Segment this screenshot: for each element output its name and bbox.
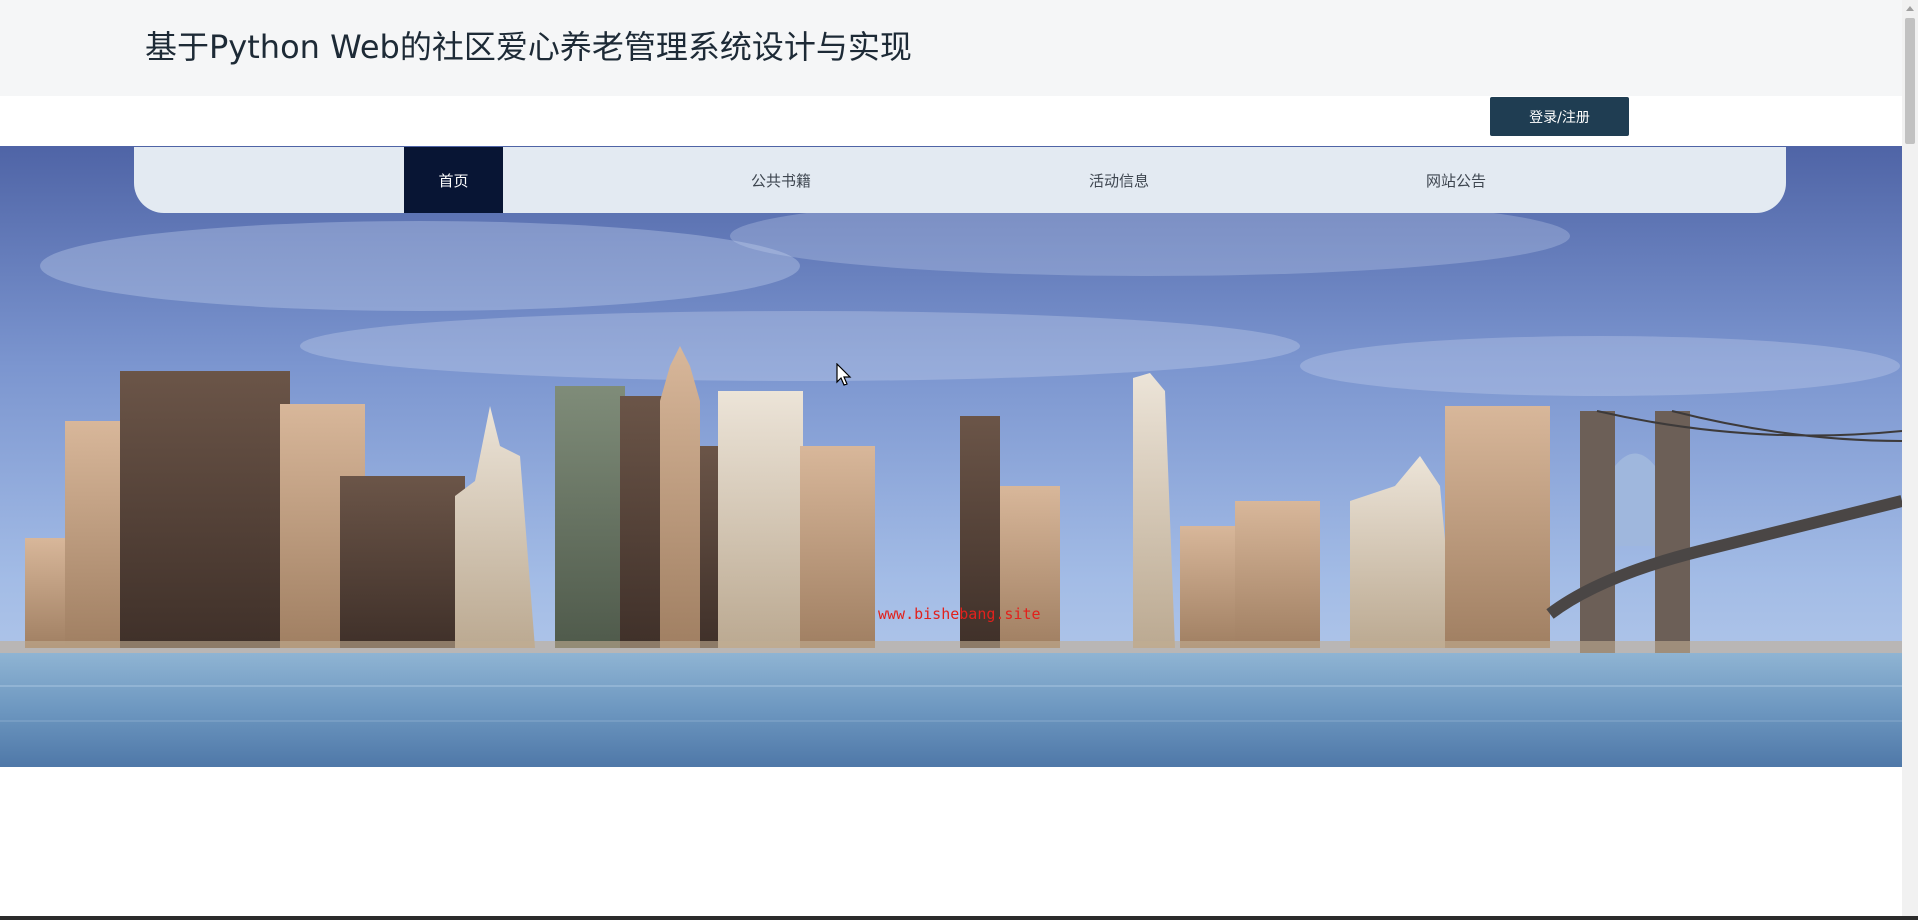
skyline-image [0, 146, 1902, 767]
mouse-cursor-icon [836, 362, 852, 387]
page: 基于Python Web的社区爱心养老管理系统设计与实现 www.bisheba… [0, 0, 1918, 920]
nav-item-public-books[interactable]: 公共书籍 [721, 147, 841, 213]
scroll-up-arrow-icon[interactable] [1902, 0, 1918, 16]
vertical-scrollbar[interactable] [1902, 0, 1918, 920]
site-header: 基于Python Web的社区爱心养老管理系统设计与实现 [0, 0, 1902, 96]
login-register-button[interactable]: 登录/注册 [1490, 97, 1629, 136]
site-title: 基于Python Web的社区爱心养老管理系统设计与实现 [145, 28, 912, 66]
watermark-text: www.bishebang.site [878, 605, 1041, 623]
nav-item-home[interactable]: 首页 [404, 147, 503, 213]
nav-item-site-notice[interactable]: 网站公告 [1396, 147, 1516, 213]
nav-item-activity-info[interactable]: 活动信息 [1059, 147, 1179, 213]
window-bottom-edge [0, 916, 1918, 920]
main-nav: 首页 公共书籍 活动信息 网站公告 [134, 147, 1786, 213]
scrollbar-thumb[interactable] [1905, 18, 1915, 144]
banner-carousel[interactable]: www.bishebang.site [0, 146, 1902, 767]
